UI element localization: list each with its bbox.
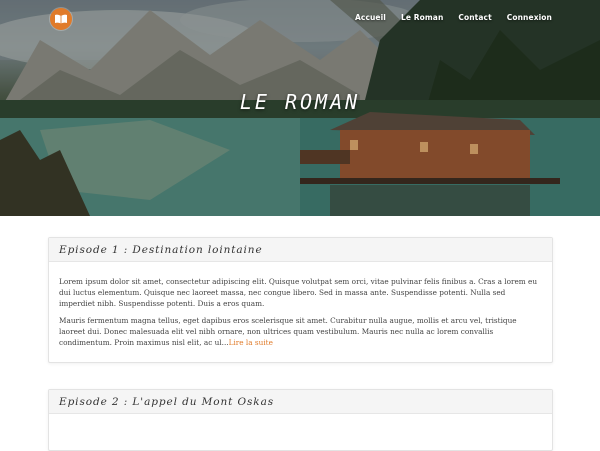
nav-item-accueil[interactable]: Accueil [355,13,386,22]
read-more-link[interactable]: Lire la suite [229,338,273,347]
nav-item-contact[interactable]: Contact [458,13,491,22]
episode-paragraph-text: Mauris fermentum magna tellus, eget dapi… [59,316,517,347]
episode-paragraph: Lorem ipsum dolor sit amet, consectetur … [59,277,538,308]
episode-paragraph: Mauris fermentum magna tellus, eget dapi… [59,315,542,348]
site-logo[interactable] [50,8,72,30]
episode-card: Episode 1 : Destination lointaine Lorem … [48,237,553,363]
book-icon [55,14,67,24]
episode-title[interactable]: Episode 2 : L'appel du Mont Oskas [59,396,274,408]
episode-card-header: Episode 2 : L'appel du Mont Oskas [49,390,552,414]
episode-card: Episode 2 : L'appel du Mont Oskas [48,389,553,451]
page-title: LE ROMAN [239,90,361,114]
main-nav: Accueil Le Roman Contact Connexion [355,13,552,22]
episode-card-header: Episode 1 : Destination lointaine [49,238,552,262]
nav-item-connexion[interactable]: Connexion [507,13,552,22]
nav-item-le-roman[interactable]: Le Roman [401,13,443,22]
hero-banner: Accueil Le Roman Contact Connexion LE RO… [0,0,600,216]
episode-excerpt: Lorem ipsum dolor sit amet, consectetur … [49,262,552,362]
episode-title[interactable]: Episode 1 : Destination lointaine [59,244,263,256]
